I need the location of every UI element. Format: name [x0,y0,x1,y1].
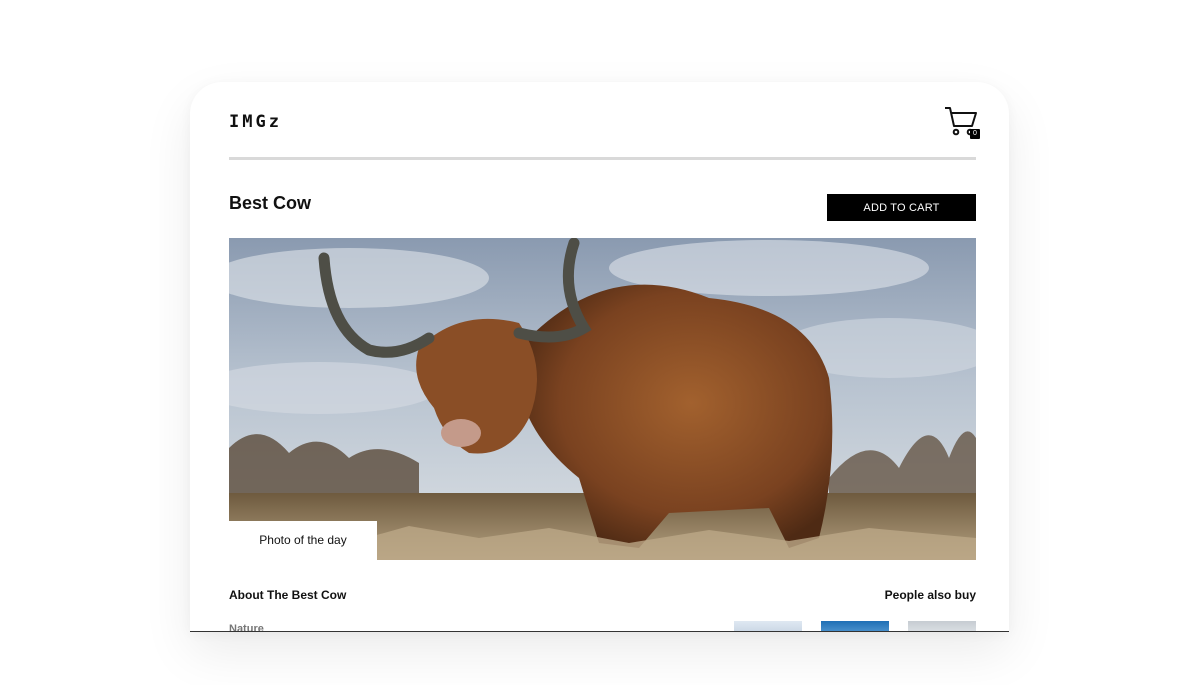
product-title: Best Cow [229,193,312,213]
product-card: IMGz 0 Best Cow ADD TO CART Photo of the… [190,82,1009,632]
highland-cow-photo [229,238,976,560]
about-heading: About The Best Cow [229,588,347,602]
product-image [229,238,976,560]
header-divider [229,157,976,160]
photo-of-the-day-label: Photo of the day [229,521,377,560]
related-thumbnail[interactable] [821,621,889,631]
people-also-buy-heading: People also buy [884,588,976,602]
related-thumbnail[interactable] [908,621,976,631]
cart-count-badge: 0 [970,129,980,139]
category-label: Nature [229,623,264,632]
cart-button[interactable]: 0 [944,104,980,140]
add-to-cart-button[interactable]: ADD TO CART [827,194,976,221]
related-thumbnail[interactable] [734,621,802,631]
site-logo[interactable]: IMGz [229,112,282,132]
